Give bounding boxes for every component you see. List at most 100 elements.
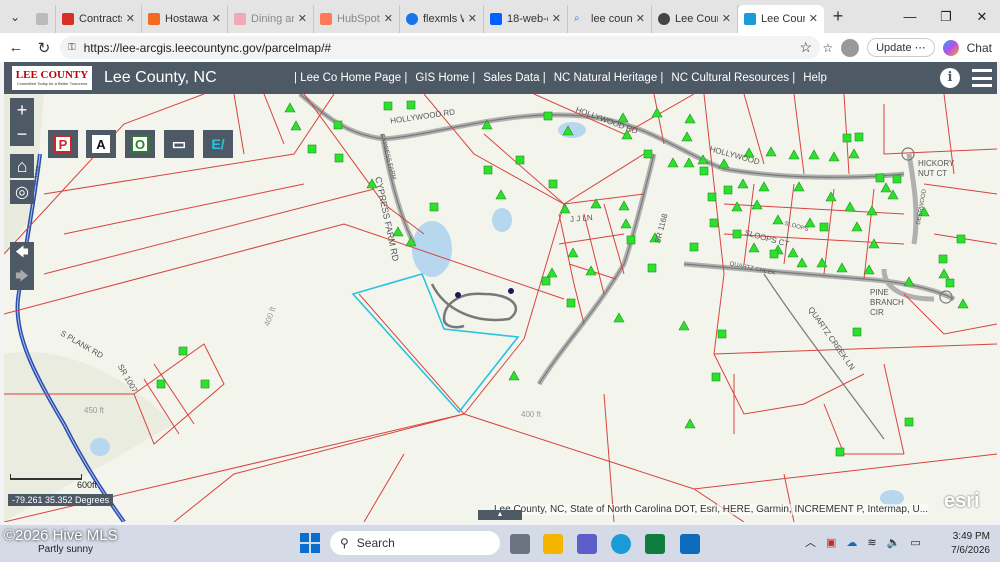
- parcel-marker-triangle[interactable]: [903, 276, 915, 287]
- close-icon[interactable]: ✕: [552, 12, 561, 25]
- refresh-icon[interactable]: ↻: [30, 34, 58, 62]
- parcel-marker-square[interactable]: [643, 149, 653, 159]
- parcel-marker-triangle[interactable]: [651, 107, 663, 118]
- parcel-marker-triangle[interactable]: [495, 189, 507, 200]
- previous-extent-icon[interactable]: 🡄: [10, 242, 34, 266]
- tab-hubspot[interactable]: HubSpot ✕: [314, 4, 400, 33]
- attribution-toggle-icon[interactable]: ▲: [478, 510, 522, 520]
- tab-actions-menu-icon[interactable]: ⌄: [0, 0, 30, 33]
- restore-icon[interactable]: ❐: [928, 0, 964, 33]
- taskbar-search[interactable]: ⚲ Search: [330, 531, 500, 555]
- parcel-marker-square[interactable]: [854, 132, 864, 142]
- parcel-marker-square[interactable]: [875, 173, 885, 183]
- parcel-marker-triangle[interactable]: [290, 120, 302, 131]
- parcel-marker-square[interactable]: [819, 222, 829, 232]
- parcel-marker-square[interactable]: [307, 144, 317, 154]
- parcel-marker-square[interactable]: [769, 249, 779, 259]
- file-explorer-icon[interactable]: [543, 534, 563, 554]
- parcel-marker-square[interactable]: [709, 218, 719, 228]
- parcel-marker-triangle[interactable]: [828, 151, 840, 162]
- window-close-icon[interactable]: ✕: [964, 0, 1000, 33]
- nav-nc-natural-heritage[interactable]: NC Natural Heritage |: [554, 72, 664, 84]
- parcel-marker-triangle[interactable]: [772, 214, 784, 225]
- parcel-marker-square[interactable]: [483, 165, 493, 175]
- url-field[interactable]: ⚿ https://lee-arcgis.leecountync.gov/par…: [60, 36, 820, 59]
- parcel-marker-square[interactable]: [541, 276, 551, 286]
- wifi-icon[interactable]: ≋: [867, 536, 876, 549]
- lee-county-logo[interactable]: LEE COUNTY Committed Today for a Better …: [12, 66, 92, 90]
- battery-icon[interactable]: ▭: [910, 536, 920, 549]
- map-canvas[interactable]: [4, 94, 997, 522]
- nav-nc-cultural-resources[interactable]: NC Cultural Resources |: [671, 72, 795, 84]
- windows-start-icon[interactable]: [300, 533, 320, 553]
- parcel-marker-triangle[interactable]: [758, 181, 770, 192]
- show-hidden-icons-icon[interactable]: ︿: [805, 534, 816, 550]
- zoom-out-button[interactable]: −: [10, 122, 34, 146]
- close-icon[interactable]: ✕: [636, 12, 645, 25]
- close-icon[interactable]: ✕: [468, 12, 477, 25]
- parcel-marker-square[interactable]: [945, 278, 955, 288]
- parcel-marker-triangle[interactable]: [718, 158, 730, 169]
- parcel-marker-square[interactable]: [515, 155, 525, 165]
- owner-tool-button[interactable]: O: [125, 130, 155, 158]
- parcel-marker-square[interactable]: [200, 379, 210, 389]
- favorite-star-icon[interactable]: ☆: [799, 39, 812, 56]
- parcel-marker-triangle[interactable]: [567, 247, 579, 258]
- favorites-icon[interactable]: ☆: [822, 41, 833, 55]
- parcel-marker-triangle[interactable]: [731, 201, 743, 212]
- onedrive-icon[interactable]: ☁: [846, 536, 857, 549]
- parcel-marker-triangle[interactable]: [796, 257, 808, 268]
- zoom-in-button[interactable]: +: [10, 98, 34, 122]
- tab-lee-county-active[interactable]: Lee Coun ✕: [738, 4, 824, 33]
- comment-tool-button[interactable]: ▭: [164, 130, 194, 158]
- parcel-marker-square[interactable]: [406, 100, 416, 110]
- parcel-marker-square[interactable]: [699, 166, 709, 176]
- parcel-marker-triangle[interactable]: [880, 182, 892, 193]
- tab-contracts[interactable]: Contracts ✕: [56, 4, 142, 33]
- profile-avatar[interactable]: [841, 38, 860, 57]
- parcel-marker-triangle[interactable]: [866, 205, 878, 216]
- parcel-marker-square[interactable]: [543, 111, 553, 121]
- parcel-marker-square[interactable]: [156, 379, 166, 389]
- edge-icon[interactable]: [611, 534, 631, 554]
- update-button[interactable]: Update ⋯: [867, 38, 935, 57]
- parcel-marker-triangle[interactable]: [844, 201, 856, 212]
- excel-icon[interactable]: [645, 534, 665, 554]
- parcel-marker-square[interactable]: [178, 346, 188, 356]
- parcel-marker-triangle[interactable]: [684, 418, 696, 429]
- next-extent-icon[interactable]: 🡆: [10, 266, 34, 290]
- close-icon[interactable]: ✕: [722, 12, 731, 25]
- parcel-marker-triangle[interactable]: [848, 148, 860, 159]
- parcel-marker-square[interactable]: [892, 174, 902, 184]
- workspaces-icon[interactable]: [30, 4, 56, 33]
- parcel-tool-button[interactable]: P: [48, 130, 78, 158]
- copilot-icon[interactable]: [942, 39, 959, 56]
- site-info-icon[interactable]: ⚿: [68, 42, 76, 53]
- new-tab-button[interactable]: +: [824, 6, 852, 27]
- parcel-marker-square[interactable]: [711, 372, 721, 382]
- nav-gis-home[interactable]: GIS Home |: [415, 72, 475, 84]
- parcel-marker-square[interactable]: [717, 329, 727, 339]
- parcel-marker-triangle[interactable]: [620, 218, 632, 229]
- locate-icon[interactable]: ◎: [10, 180, 34, 204]
- parcel-marker-square[interactable]: [904, 417, 914, 427]
- nav-help[interactable]: Help: [803, 72, 827, 84]
- parcel-marker-triangle[interactable]: [684, 113, 696, 124]
- parcel-marker-triangle[interactable]: [868, 238, 880, 249]
- parcel-marker-triangle[interactable]: [683, 157, 695, 168]
- edit-tool-button[interactable]: E/: [203, 130, 233, 158]
- nav-sales-data[interactable]: Sales Data |: [483, 72, 545, 84]
- outlook-icon[interactable]: [680, 534, 700, 554]
- notification-app-icon[interactable]: ▣: [826, 536, 836, 549]
- info-icon[interactable]: i: [940, 68, 960, 88]
- parcel-marker-triangle[interactable]: [787, 247, 799, 258]
- parcel-marker-triangle[interactable]: [938, 268, 950, 279]
- parcel-marker-triangle[interactable]: [793, 181, 805, 192]
- nav-lee-co-home-page[interactable]: | Lee Co Home Page |: [294, 72, 407, 84]
- parcel-marker-square[interactable]: [956, 234, 966, 244]
- close-icon[interactable]: ✕: [384, 12, 393, 25]
- parcel-marker-triangle[interactable]: [825, 191, 837, 202]
- parcel-marker-square[interactable]: [835, 447, 845, 457]
- parcel-marker-triangle[interactable]: [618, 200, 630, 211]
- parcel-marker-square[interactable]: [707, 192, 717, 202]
